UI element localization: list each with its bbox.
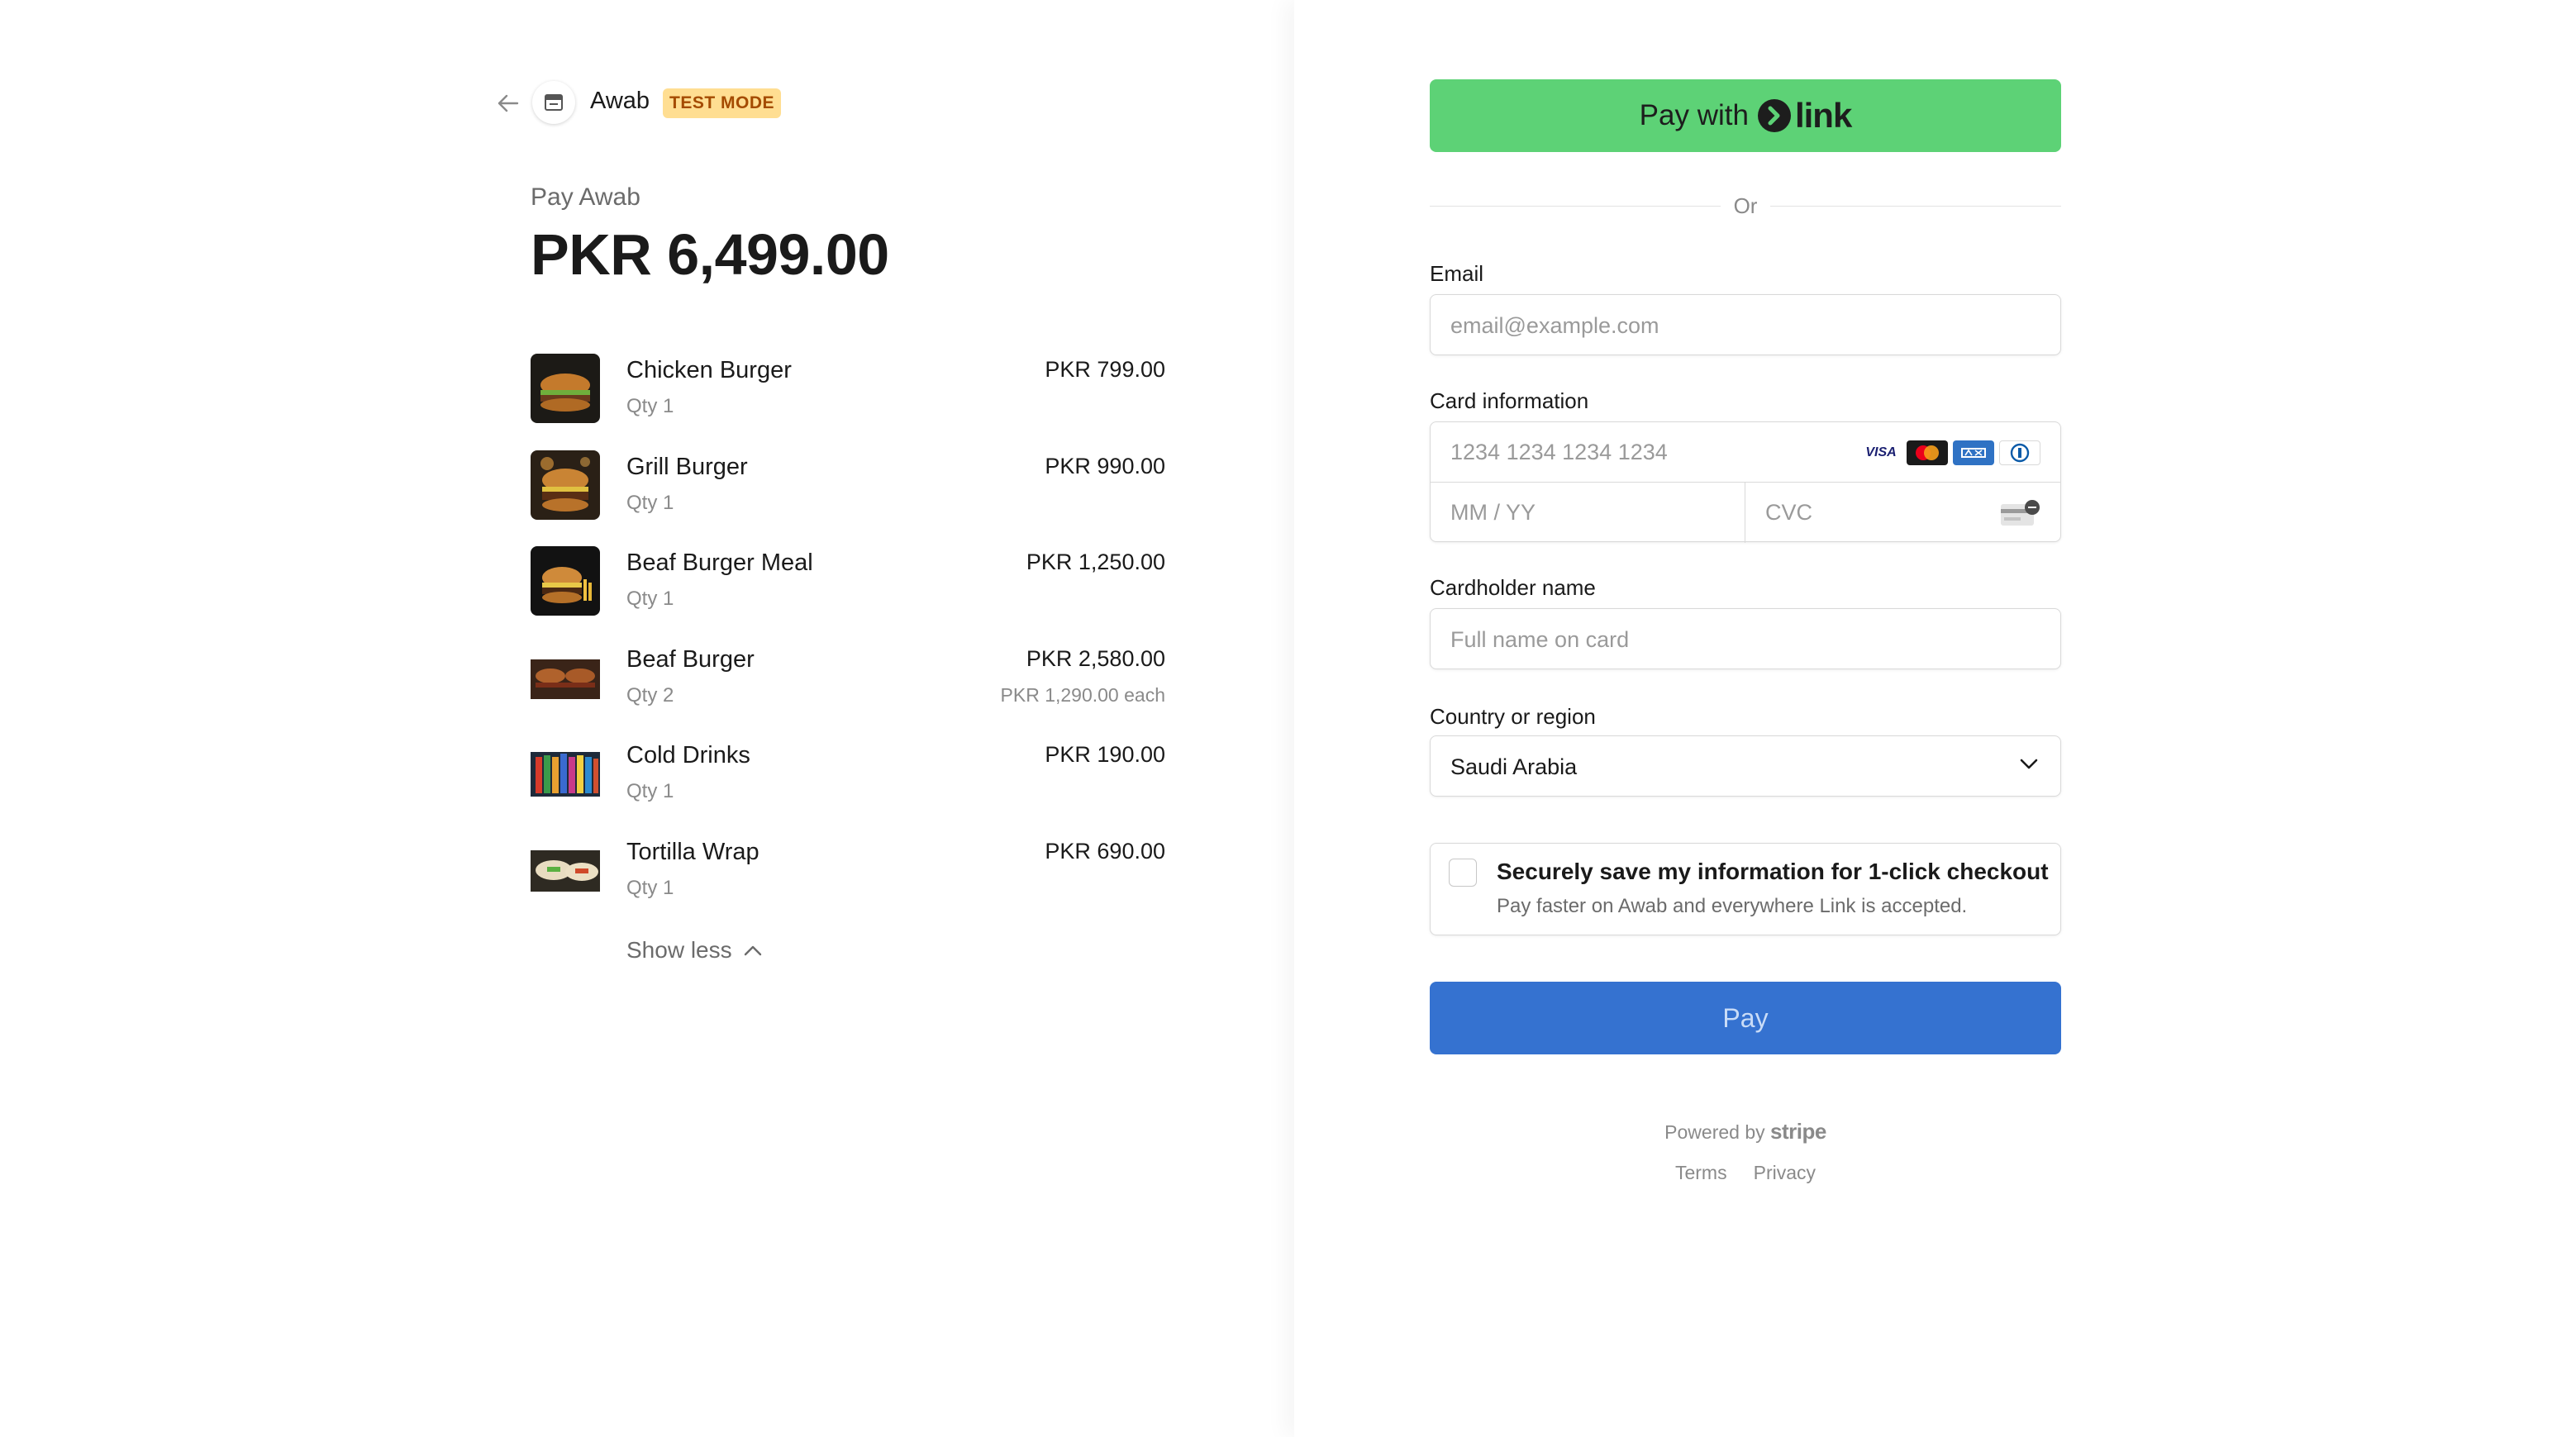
card-number-placeholder: 1234 1234 1234 1234 (1450, 440, 1668, 464)
item-unit-price: PKR 1,290.00 each (1000, 683, 1165, 706)
pay-button[interactable]: Pay (1430, 982, 2061, 1054)
amex-icon (1953, 440, 1994, 465)
powered-by-label: Powered by (1664, 1121, 1765, 1143)
show-less-toggle[interactable]: Show less (626, 937, 762, 964)
pay-with-label: Pay with (1639, 99, 1749, 131)
line-item: Cold Drinks Qty 1 PKR 190.00 (531, 739, 1165, 835)
card-expiry-field[interactable]: MM / YY (1431, 483, 1745, 543)
chicken-burger-image (531, 354, 600, 423)
cold-drinks-image (531, 739, 600, 808)
privacy-link[interactable]: Privacy (1754, 1162, 1816, 1184)
total-amount: PKR 6,499.00 (531, 222, 889, 287)
item-qty: Qty 2 (626, 683, 674, 707)
card-brands: VISA (1860, 440, 2040, 465)
item-price: PKR 2,580.00 (1026, 645, 1165, 671)
item-qty: Qty 1 (626, 876, 674, 899)
card-details-row: MM / YY CVC (1431, 483, 2060, 543)
beaf-burger-meal-image (531, 546, 600, 616)
cvc-card-icon (2001, 500, 2040, 526)
item-qty: Qty 1 (626, 491, 674, 514)
diners-icon (1999, 440, 2040, 465)
cardholder-name-field[interactable]: Full name on card (1430, 608, 2061, 669)
line-item: Grill Burger Qty 1 PKR 990.00 (531, 450, 1165, 547)
card-input-group: 1234 1234 1234 1234 VISA MM / YY CVC (1430, 421, 2061, 543)
or-label: Or (1733, 193, 1758, 218)
item-qty: Qty 1 (626, 780, 674, 802)
item-price: PKR 990.00 (1045, 453, 1165, 478)
line-item: Beaf Burger Qty 2 PKR 2,580.00 PKR 1,290… (531, 642, 1165, 740)
item-name: Beaf Burger Meal (626, 550, 813, 576)
powered-by-stripe[interactable]: Powered by stripe (1294, 1119, 2197, 1144)
item-qty: Qty 1 (626, 395, 674, 417)
payment-pane: Pay with link Or Email email@example.com… (1294, 0, 2576, 1437)
email-field[interactable]: email@example.com (1430, 294, 2061, 355)
footer-links: Terms Privacy (1294, 1162, 2197, 1184)
tortilla-wrap-image (531, 835, 600, 905)
item-qty: Qty 1 (626, 588, 674, 610)
cardholder-name-placeholder: Full name on card (1450, 627, 1630, 652)
country-value: Saudi Arabia (1450, 754, 1578, 779)
line-item: Chicken Burger Qty 1 PKR 799.00 (531, 354, 1165, 450)
chevron-down-icon (2020, 759, 2038, 769)
checkout-page: Awab TEST MODE Pay Awab PKR 6,499.00 Chi… (0, 0, 2576, 1437)
country-select[interactable]: Saudi Arabia (1430, 735, 2061, 797)
item-price: PKR 1,250.00 (1026, 550, 1165, 574)
save-info-box: Securely save my information for 1-click… (1430, 843, 2061, 935)
line-items-list: Chicken Burger Qty 1 PKR 799.00 Grill Bu… (531, 354, 1165, 931)
item-price: PKR 190.00 (1045, 742, 1165, 767)
mastercard-icon (1907, 440, 1948, 465)
item-name: Tortilla Wrap (626, 838, 759, 865)
back-arrow-icon[interactable] (494, 89, 522, 117)
link-brand-text: link (1794, 96, 1852, 135)
test-mode-badge: TEST MODE (663, 88, 782, 118)
chevron-up-icon (744, 945, 761, 956)
country-label: Country or region (1430, 704, 1596, 729)
save-info-checkbox[interactable] (1449, 859, 1477, 887)
visa-icon: VISA (1860, 440, 1902, 465)
item-name: Chicken Burger (626, 357, 792, 383)
beaf-burger-image (531, 642, 600, 712)
item-name: Grill Burger (626, 453, 748, 480)
pay-button-label: Pay (1722, 1002, 1769, 1033)
grill-burger-image (531, 450, 600, 520)
email-placeholder: email@example.com (1450, 313, 1659, 338)
item-name: Beaf Burger (626, 645, 755, 673)
link-logo: link (1757, 96, 1852, 136)
terms-link[interactable]: Terms (1675, 1162, 1727, 1184)
save-info-subtitle: Pay faster on Awab and everywhere Link i… (1497, 895, 1968, 917)
card-information-label: Card information (1430, 388, 1589, 413)
stripe-logo: stripe (1770, 1119, 1826, 1144)
card-cvc-field[interactable]: CVC (1745, 483, 2060, 543)
pay-merchant-label: Pay Awab (531, 183, 640, 211)
show-less-label: Show less (626, 937, 732, 963)
card-cvc-placeholder: CVC (1765, 500, 1813, 525)
merchant-name: Awab (590, 88, 650, 114)
link-arrow-icon (1757, 99, 1791, 132)
card-expiry-placeholder: MM / YY (1450, 500, 1536, 525)
card-number-field[interactable]: 1234 1234 1234 1234 VISA (1431, 422, 2060, 483)
or-divider: Or (1430, 193, 2062, 218)
pay-with-link-button[interactable]: Pay with link (1430, 79, 2061, 152)
item-price: PKR 690.00 (1045, 838, 1165, 864)
item-price: PKR 799.00 (1045, 357, 1165, 382)
item-name: Cold Drinks (626, 742, 750, 768)
cardholder-name-label: Cardholder name (1430, 575, 1596, 600)
order-summary-pane: Awab TEST MODE Pay Awab PKR 6,499.00 Chi… (0, 0, 1294, 1437)
line-item: Beaf Burger Meal Qty 1 PKR 1,250.00 (531, 546, 1165, 643)
save-info-title: Securely save my information for 1-click… (1497, 859, 2049, 884)
store-icon (532, 81, 575, 124)
email-label: Email (1430, 261, 1484, 286)
line-item: Tortilla Wrap Qty 1 PKR 690.00 (531, 835, 1165, 932)
